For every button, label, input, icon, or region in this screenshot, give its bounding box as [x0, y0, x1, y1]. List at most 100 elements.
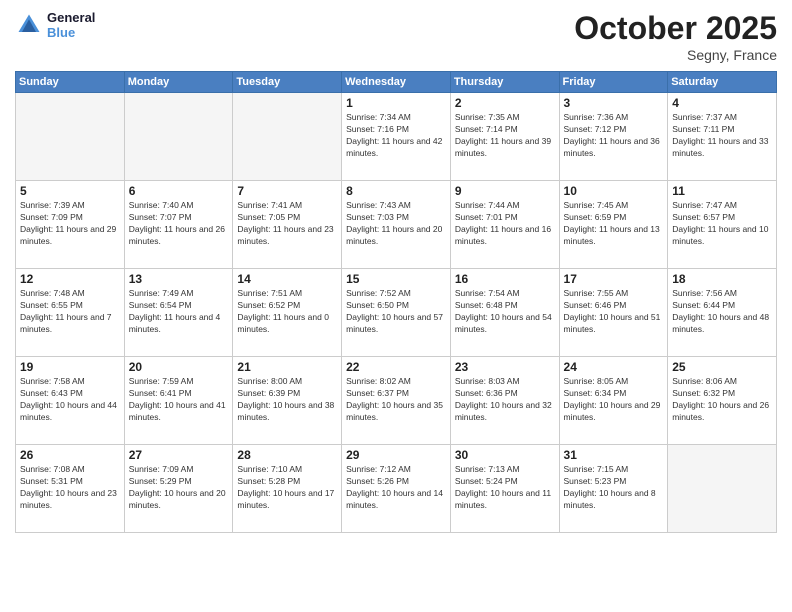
calendar-cell: 2Sunrise: 7:35 AMSunset: 7:14 PMDaylight…	[450, 93, 559, 181]
day-info: Sunrise: 8:05 AMSunset: 6:34 PMDaylight:…	[564, 376, 664, 424]
day-number: 29	[346, 448, 446, 462]
calendar-cell: 5 Sunrise: 7:39 AMSunset: 7:09 PMDaylight…	[16, 181, 125, 269]
calendar-week-4: 26 Sunrise: 7:08 AMSunset: 5:31 PMDayligh…	[16, 445, 777, 533]
calendar-cell: 26 Sunrise: 7:08 AMSunset: 5:31 PMDayligh…	[16, 445, 125, 533]
day-number: 18	[672, 272, 772, 286]
day-info: Sunrise: 7:55 AMSunset: 6:46 PMDaylight:…	[564, 288, 664, 336]
day-number: 23	[455, 360, 555, 374]
day-info: Sunrise: 7:45 AMSunset: 6:59 PMDaylight:…	[564, 200, 664, 248]
logo-icon	[15, 11, 43, 39]
calendar-cell: 13 Sunrise: 7:49 AMSunset: 6:54 PMDayligh…	[124, 269, 233, 357]
calendar-cell: 29Sunrise: 7:12 AMSunset: 5:26 PMDayligh…	[342, 445, 451, 533]
calendar-week-0: 1 Sunrise: 7:34 AMSunset: 7:16 PMDaylight…	[16, 93, 777, 181]
month-title: October 2025	[574, 10, 777, 47]
calendar-cell: 11 Sunrise: 7:47 AMSunset: 6:57 PMDayligh…	[668, 181, 777, 269]
calendar-cell: 1 Sunrise: 7:34 AMSunset: 7:16 PMDaylight…	[342, 93, 451, 181]
day-info: Sunrise: 7:41 AMSunset: 7:05 PMDaylight:…	[237, 200, 337, 248]
calendar-cell: 23 Sunrise: 8:03 AMSunset: 6:36 PMDayligh…	[450, 357, 559, 445]
day-number: 28	[237, 448, 337, 462]
day-info: Sunrise: 7:49 AMSunset: 6:54 PMDaylight:…	[129, 288, 229, 336]
day-number: 22	[346, 360, 446, 374]
day-info: Sunrise: 8:02 AMSunset: 6:37 PMDaylight:…	[346, 376, 446, 424]
col-wednesday: Wednesday	[342, 72, 451, 93]
calendar-cell	[668, 445, 777, 533]
day-info: Sunrise: 7:54 AMSunset: 6:48 PMDaylight:…	[455, 288, 555, 336]
day-number: 7	[237, 184, 337, 198]
day-info: Sunrise: 7:40 AMSunset: 7:07 PMDaylight:…	[129, 200, 229, 248]
day-info: Sunrise: 8:00 AMSunset: 6:39 PMDaylight:…	[237, 376, 337, 424]
day-info: Sunrise: 8:03 AMSunset: 6:36 PMDaylight:…	[455, 376, 555, 424]
calendar-body: 1 Sunrise: 7:34 AMSunset: 7:16 PMDaylight…	[16, 93, 777, 533]
day-number: 15	[346, 272, 446, 286]
day-number: 8	[346, 184, 446, 198]
col-tuesday: Tuesday	[233, 72, 342, 93]
day-number: 31	[564, 448, 664, 462]
calendar-cell: 31 Sunrise: 7:15 AMSunset: 5:23 PMDayligh…	[559, 445, 668, 533]
day-number: 21	[237, 360, 337, 374]
day-info: Sunrise: 7:39 AMSunset: 7:09 PMDaylight:…	[20, 200, 120, 248]
calendar-cell: 7 Sunrise: 7:41 AMSunset: 7:05 PMDaylight…	[233, 181, 342, 269]
day-info: Sunrise: 7:09 AMSunset: 5:29 PMDaylight:…	[129, 464, 229, 512]
calendar-cell: 25 Sunrise: 8:06 AMSunset: 6:32 PMDayligh…	[668, 357, 777, 445]
day-number: 5	[20, 184, 120, 198]
day-info: Sunrise: 7:13 AMSunset: 5:24 PMDaylight:…	[455, 464, 555, 512]
day-number: 12	[20, 272, 120, 286]
calendar-cell: 4 Sunrise: 7:37 AMSunset: 7:11 PMDaylight…	[668, 93, 777, 181]
col-saturday: Saturday	[668, 72, 777, 93]
col-monday: Monday	[124, 72, 233, 93]
calendar-cell: 6 Sunrise: 7:40 AMSunset: 7:07 PMDaylight…	[124, 181, 233, 269]
calendar-cell: 27Sunrise: 7:09 AMSunset: 5:29 PMDayligh…	[124, 445, 233, 533]
calendar-cell: 14Sunrise: 7:51 AMSunset: 6:52 PMDayligh…	[233, 269, 342, 357]
calendar-cell: 17 Sunrise: 7:55 AMSunset: 6:46 PMDayligh…	[559, 269, 668, 357]
calendar-cell: 28 Sunrise: 7:10 AMSunset: 5:28 PMDayligh…	[233, 445, 342, 533]
day-number: 9	[455, 184, 555, 198]
calendar-week-3: 19Sunrise: 7:58 AMSunset: 6:43 PMDayligh…	[16, 357, 777, 445]
day-number: 24	[564, 360, 664, 374]
day-info: Sunrise: 7:58 AMSunset: 6:43 PMDaylight:…	[20, 376, 120, 424]
calendar-header-row: Sunday Monday Tuesday Wednesday Thursday…	[16, 72, 777, 93]
day-info: Sunrise: 7:10 AMSunset: 5:28 PMDaylight:…	[237, 464, 337, 512]
day-info: Sunrise: 7:35 AMSunset: 7:14 PMDaylight:…	[455, 112, 555, 160]
day-number: 1	[346, 96, 446, 110]
day-info: Sunrise: 7:34 AMSunset: 7:16 PMDaylight:…	[346, 112, 446, 160]
calendar: Sunday Monday Tuesday Wednesday Thursday…	[15, 71, 777, 533]
day-number: 10	[564, 184, 664, 198]
day-number: 14	[237, 272, 337, 286]
day-number: 4	[672, 96, 772, 110]
day-number: 26	[20, 448, 120, 462]
day-info: Sunrise: 7:08 AMSunset: 5:31 PMDaylight:…	[20, 464, 120, 512]
calendar-cell: 10 Sunrise: 7:45 AMSunset: 6:59 PMDayligh…	[559, 181, 668, 269]
day-number: 6	[129, 184, 229, 198]
calendar-cell: 3 Sunrise: 7:36 AMSunset: 7:12 PMDaylight…	[559, 93, 668, 181]
calendar-cell: 18Sunrise: 7:56 AMSunset: 6:44 PMDayligh…	[668, 269, 777, 357]
col-sunday: Sunday	[16, 72, 125, 93]
day-info: Sunrise: 7:48 AMSunset: 6:55 PMDaylight:…	[20, 288, 120, 336]
day-info: Sunrise: 7:15 AMSunset: 5:23 PMDaylight:…	[564, 464, 664, 512]
calendar-cell	[124, 93, 233, 181]
location: Segny, France	[574, 47, 777, 63]
day-number: 17	[564, 272, 664, 286]
calendar-week-1: 5 Sunrise: 7:39 AMSunset: 7:09 PMDaylight…	[16, 181, 777, 269]
day-number: 3	[564, 96, 664, 110]
calendar-cell: 8 Sunrise: 7:43 AMSunset: 7:03 PMDaylight…	[342, 181, 451, 269]
day-number: 25	[672, 360, 772, 374]
day-number: 11	[672, 184, 772, 198]
page: General Blue October 2025 Segny, France …	[0, 0, 792, 612]
day-info: Sunrise: 7:43 AMSunset: 7:03 PMDaylight:…	[346, 200, 446, 248]
calendar-cell: 20Sunrise: 7:59 AMSunset: 6:41 PMDayligh…	[124, 357, 233, 445]
calendar-week-2: 12 Sunrise: 7:48 AMSunset: 6:55 PMDayligh…	[16, 269, 777, 357]
day-number: 16	[455, 272, 555, 286]
day-number: 13	[129, 272, 229, 286]
calendar-cell: 12 Sunrise: 7:48 AMSunset: 6:55 PMDayligh…	[16, 269, 125, 357]
day-info: Sunrise: 7:52 AMSunset: 6:50 PMDaylight:…	[346, 288, 446, 336]
day-info: Sunrise: 7:36 AMSunset: 7:12 PMDaylight:…	[564, 112, 664, 160]
calendar-cell: 16 Sunrise: 7:54 AMSunset: 6:48 PMDayligh…	[450, 269, 559, 357]
calendar-cell: 9 Sunrise: 7:44 AMSunset: 7:01 PMDaylight…	[450, 181, 559, 269]
calendar-cell: 19Sunrise: 7:58 AMSunset: 6:43 PMDayligh…	[16, 357, 125, 445]
calendar-cell: 15 Sunrise: 7:52 AMSunset: 6:50 PMDayligh…	[342, 269, 451, 357]
day-info: Sunrise: 7:47 AMSunset: 6:57 PMDaylight:…	[672, 200, 772, 248]
day-info: Sunrise: 7:37 AMSunset: 7:11 PMDaylight:…	[672, 112, 772, 160]
calendar-cell: 30Sunrise: 7:13 AMSunset: 5:24 PMDayligh…	[450, 445, 559, 533]
day-info: Sunrise: 7:44 AMSunset: 7:01 PMDaylight:…	[455, 200, 555, 248]
day-info: Sunrise: 8:06 AMSunset: 6:32 PMDaylight:…	[672, 376, 772, 424]
